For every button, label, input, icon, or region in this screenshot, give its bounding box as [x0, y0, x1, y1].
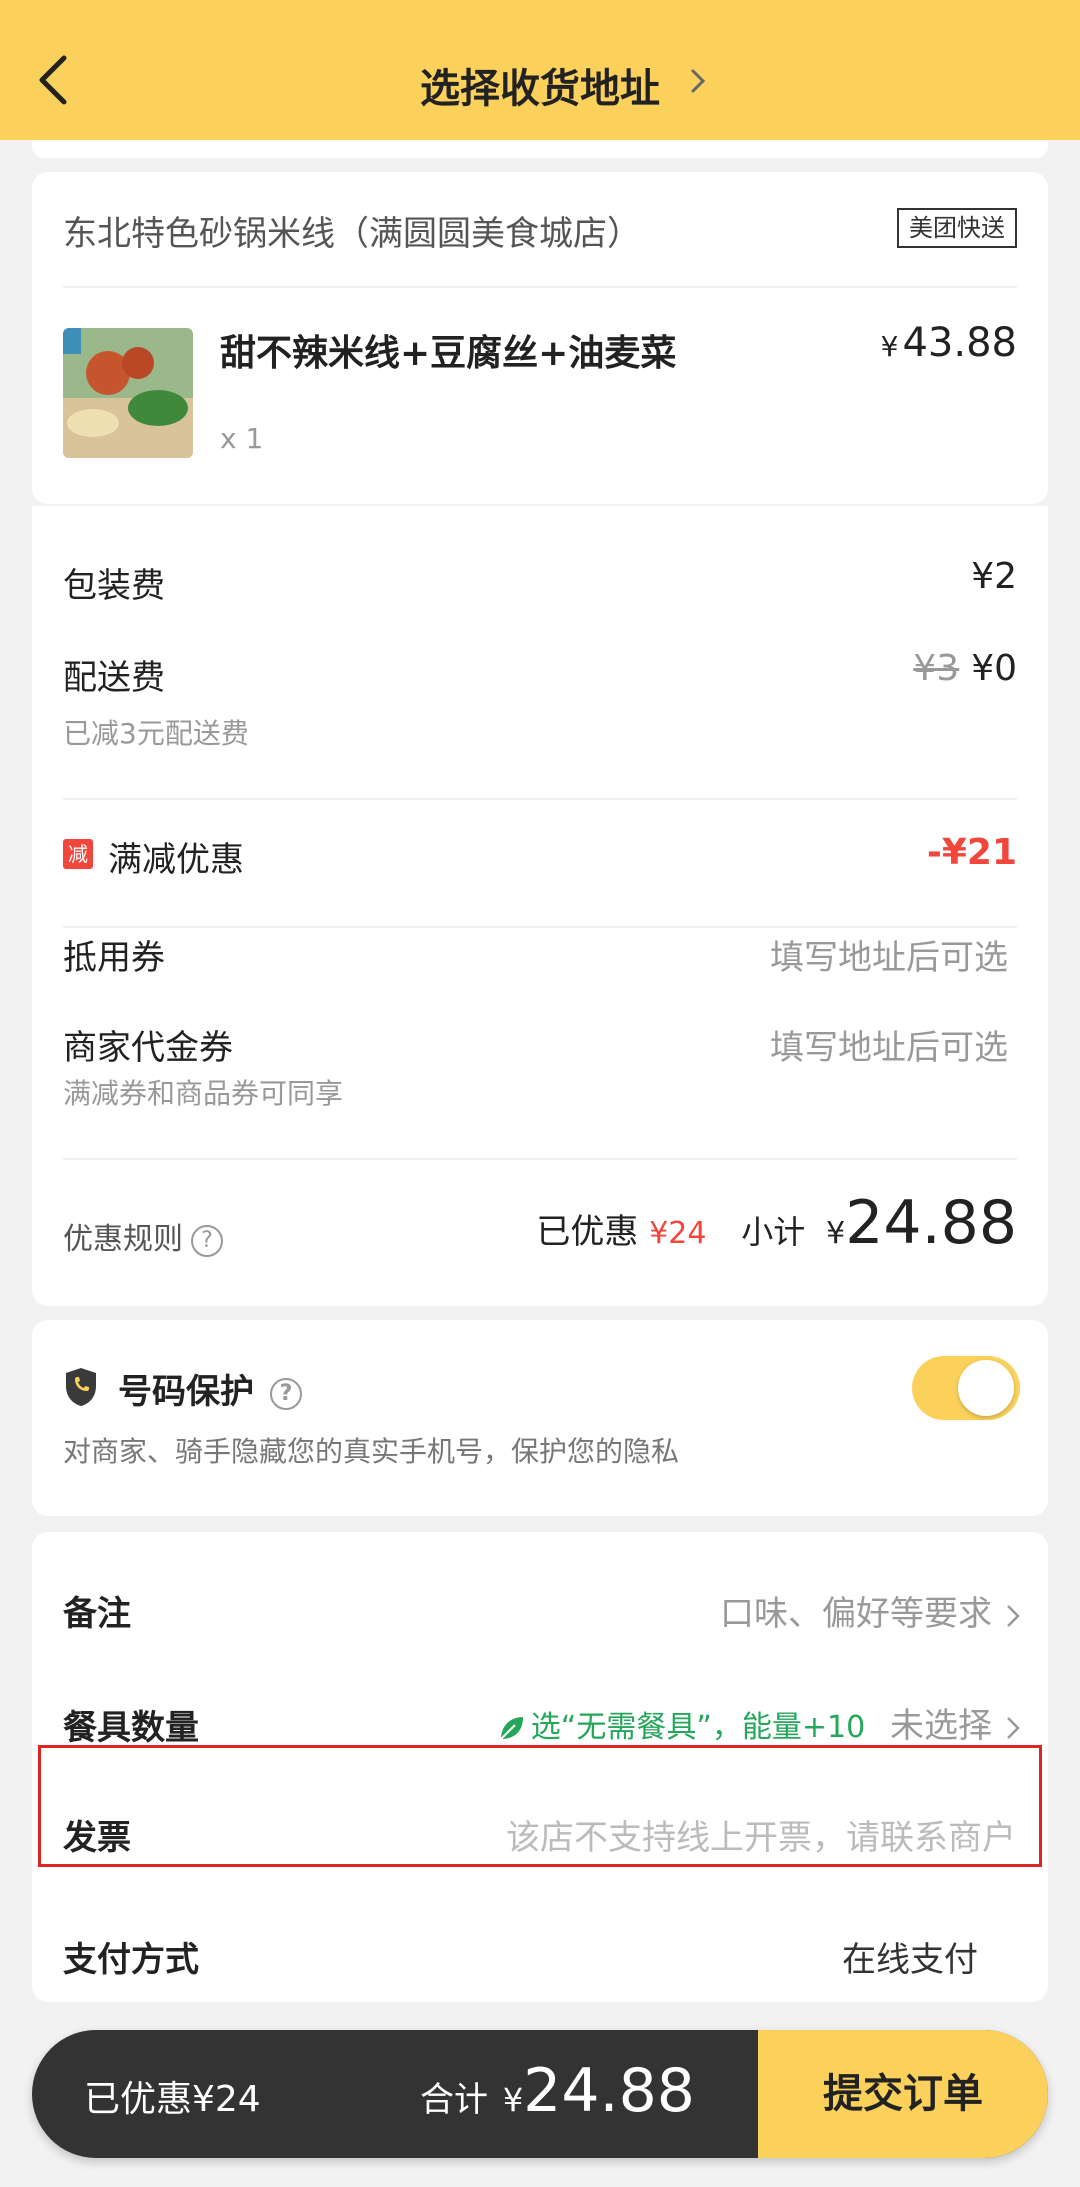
delivery-fee-value: ¥3 ¥0	[913, 648, 1017, 689]
checkout-bar: 已优惠¥24 合计 ¥24.88 提交订单	[32, 2030, 1048, 2158]
item-thumbnail	[63, 328, 193, 458]
total-value: 24.88	[523, 2056, 695, 2126]
utensils-value[interactable]: 选“无需餐具”，能量+10 未选择	[497, 1698, 1020, 1747]
shop-name[interactable]: 东北特色砂锅米线（满圆圆美食城店）	[63, 206, 641, 255]
leaf-icon	[500, 1716, 523, 1740]
delivery-fee-original: ¥3	[913, 648, 960, 689]
packaging-fee-value: ¥2	[971, 556, 1017, 597]
discount-badge-icon: 减	[63, 839, 93, 869]
saved-amount: ¥24	[649, 1216, 707, 1251]
bottom-discount: 已优惠¥24	[84, 2079, 261, 2120]
chevron-right-icon[interactable]	[690, 66, 706, 96]
discount-value: -¥21	[926, 832, 1017, 873]
chevron-right-icon	[1007, 1604, 1020, 1627]
payment-label[interactable]: 支付方式	[63, 1932, 199, 1981]
subtotal-area: 已优惠 ¥24 小计 ¥24.88	[536, 1188, 1017, 1258]
top-bar: 选择收货地址	[0, 0, 1080, 140]
address-card-edge	[32, 140, 1048, 158]
voucher-label[interactable]: 商家代金券	[63, 1020, 233, 1069]
privacy-card: 号码保护? 对商家、骑手隐藏您的真实手机号，保护您的隐私	[32, 1320, 1048, 1516]
shield-phone-icon	[66, 1368, 96, 1406]
delivery-badge: 美团快送	[897, 208, 1017, 248]
fees-card: 包装费 ¥2 配送费 ¥3 ¥0 已减3元配送费 减 满减优惠 -¥21 抵用券 …	[32, 506, 1048, 1306]
divider	[63, 926, 1017, 928]
voucher-value[interactable]: 填写地址后可选	[770, 1020, 1008, 1069]
utensils-promo: 选“无需餐具”，能量+10	[530, 1710, 866, 1745]
chevron-right-icon	[1007, 1716, 1020, 1739]
discount-label: 满减优惠	[108, 840, 244, 880]
divider	[63, 798, 1017, 800]
remark-label[interactable]: 备注	[63, 1586, 131, 1635]
question-icon: ?	[191, 1224, 223, 1257]
payment-value[interactable]: 在线支付	[842, 1932, 978, 1981]
item-price: ¥43.88	[880, 320, 1017, 366]
delivery-fee-label: 配送费	[63, 658, 165, 698]
packaging-fee-label: 包装费	[63, 566, 165, 606]
utensils-label[interactable]: 餐具数量	[63, 1700, 199, 1749]
voucher-note: 满减券和商品券可同享	[63, 1077, 344, 1110]
page-title[interactable]: 选择收货地址	[0, 56, 1080, 114]
bottom-total: 合计 ¥24.88	[420, 2056, 695, 2126]
item-quantity: x 1	[220, 422, 264, 455]
question-icon[interactable]: ?	[270, 1377, 302, 1410]
delivery-fee-note: 已减3元配送费	[63, 717, 249, 750]
shop-card: 东北特色砂锅米线（满圆圆美食城店） 美团快送 甜不辣米线+豆腐丝+油麦菜 ¥43…	[32, 172, 1048, 504]
remark-value[interactable]: 口味、偏好等要求	[720, 1586, 1020, 1635]
item-name: 甜不辣米线+豆腐丝+油麦菜	[220, 333, 677, 374]
subtotal-value: 24.88	[845, 1188, 1017, 1258]
discount-rules[interactable]: 优惠规则?	[63, 1214, 223, 1258]
privacy-title: 号码保护?	[118, 1364, 302, 1413]
divider	[63, 1158, 1017, 1160]
privacy-toggle[interactable]	[912, 1356, 1020, 1420]
privacy-description: 对商家、骑手隐藏您的真实手机号，保护您的隐私	[63, 1435, 680, 1468]
toggle-knob	[958, 1360, 1014, 1416]
coupon-label[interactable]: 抵用券	[63, 930, 165, 979]
coupon-value[interactable]: 填写地址后可选	[770, 930, 1008, 979]
submit-order-button[interactable]: 提交订单	[758, 2030, 1048, 2158]
divider	[63, 286, 1017, 288]
invoice-highlight-box	[38, 1745, 1042, 1867]
